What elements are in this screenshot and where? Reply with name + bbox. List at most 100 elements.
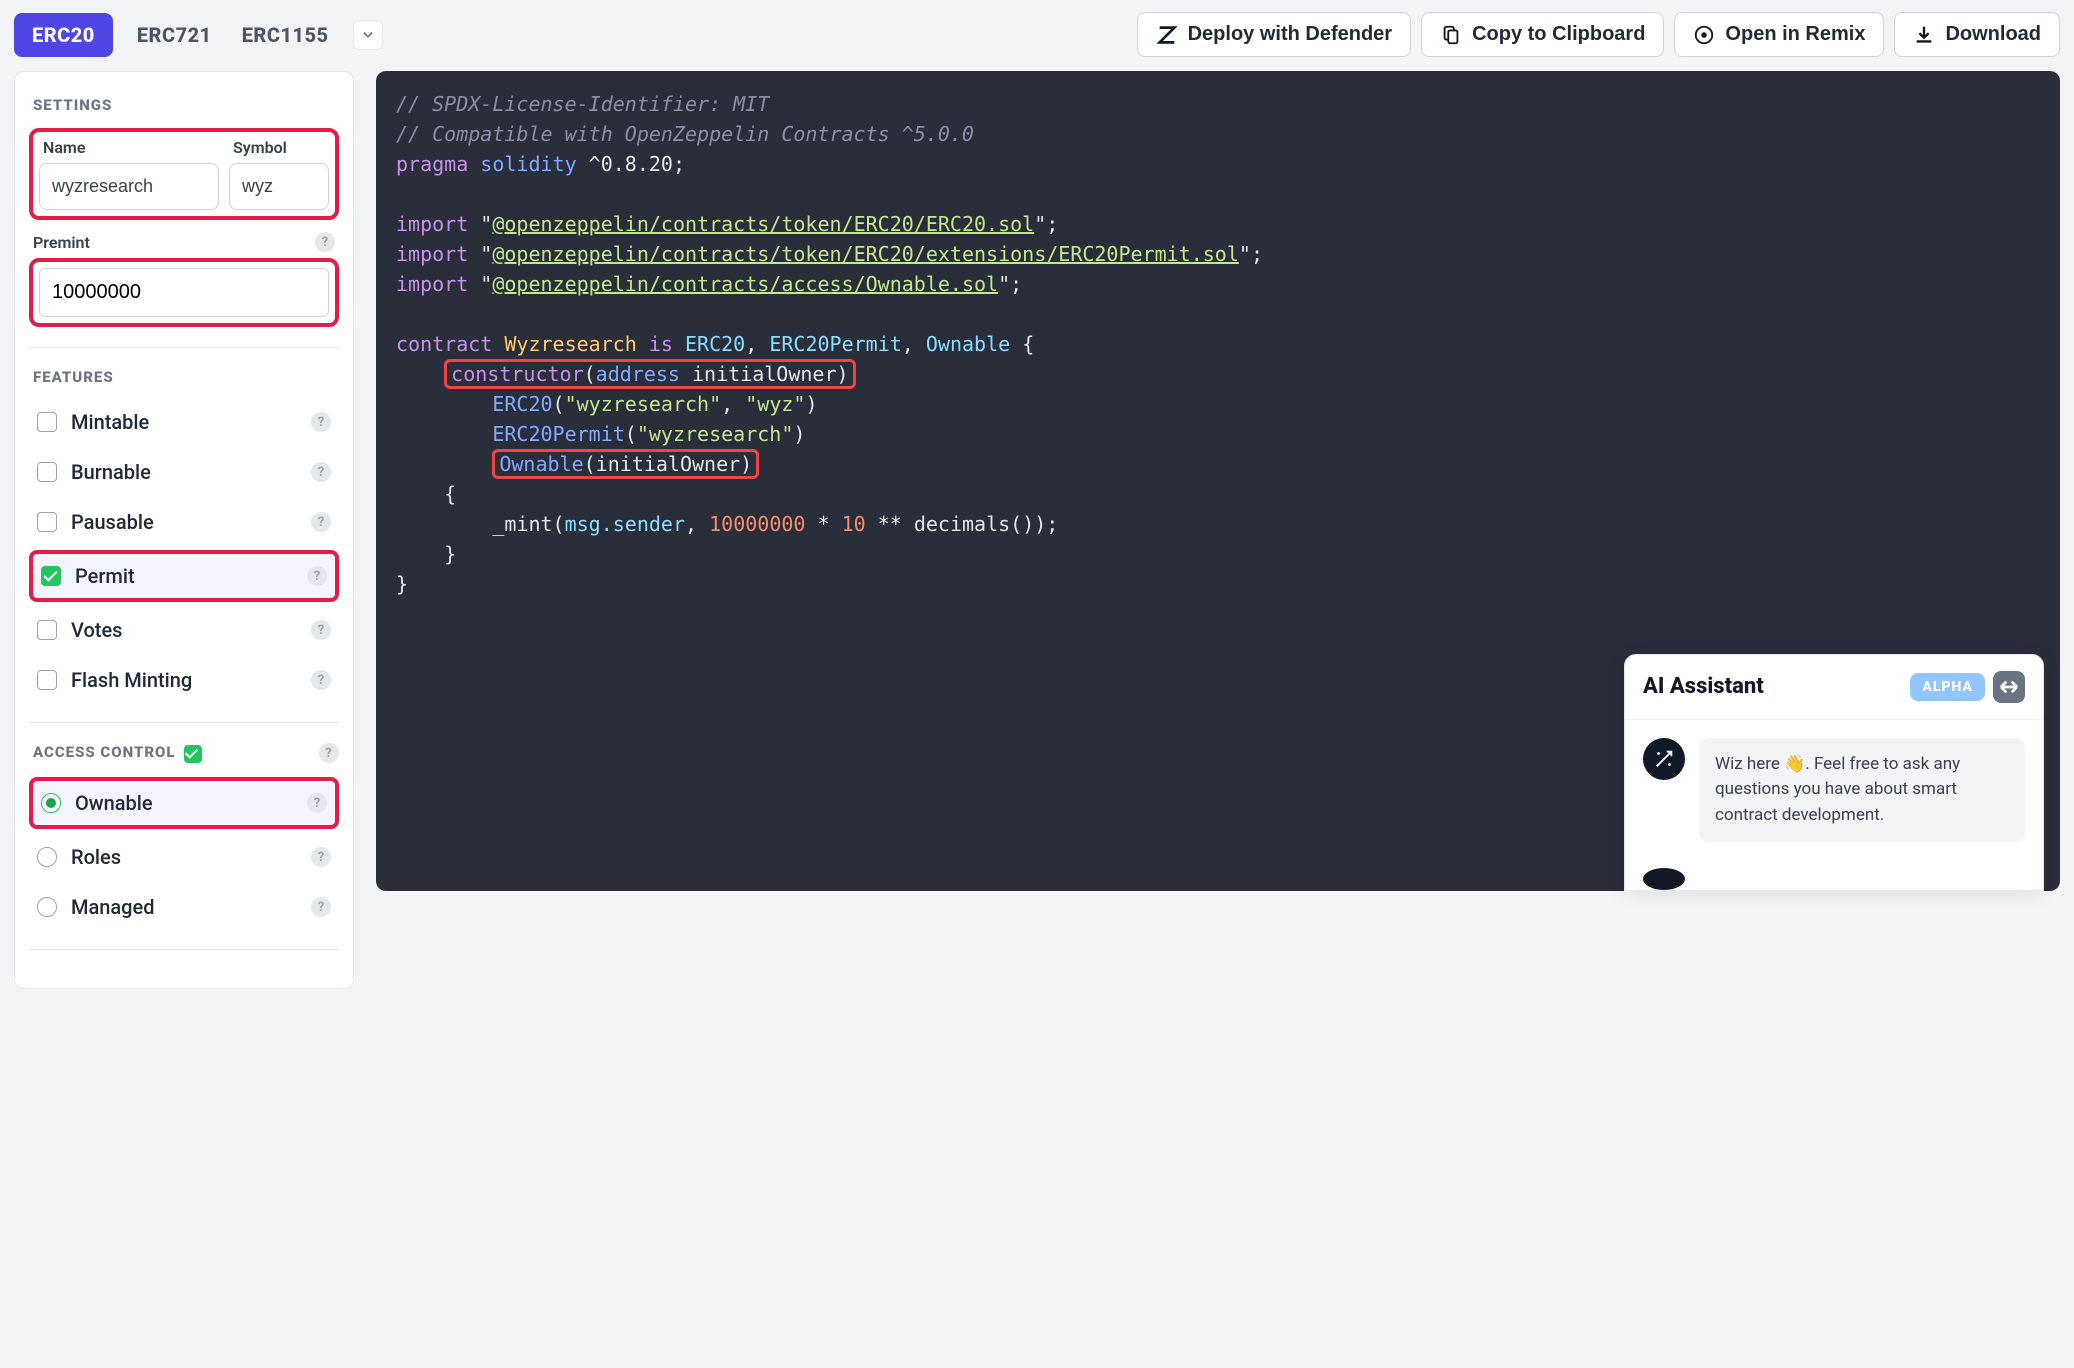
deploy-label: Deploy with Defender (1188, 23, 1392, 46)
chevron-down-icon (363, 30, 373, 40)
tab-erc721[interactable]: ERC721 (131, 13, 218, 57)
help-icon[interactable]: ? (307, 566, 327, 586)
code-keyword: import (396, 242, 468, 266)
ai-body: Wiz here 👋. Feel free to ask any questio… (1625, 720, 2043, 861)
access-control-list: Ownable ? Roles ? Managed ? (29, 777, 339, 929)
settings-heading: SETTINGS (33, 96, 339, 114)
code-string: "wyzresearch" (637, 422, 794, 446)
tab-more-dropdown[interactable] (353, 20, 383, 50)
open-remix-button[interactable]: Open in Remix (1674, 12, 1884, 57)
code-keyword: solidity (480, 152, 576, 176)
access-label: Ownable (75, 791, 153, 815)
code-func: ERC20Permit (492, 422, 624, 446)
defender-icon (1156, 24, 1178, 46)
feature-pausable[interactable]: Pausable ? (29, 500, 339, 544)
code-keyword: contract (396, 332, 492, 356)
expand-button[interactable] (1993, 671, 2025, 703)
code-number: 10000000 (709, 512, 805, 536)
ownable-highlight: Ownable(initialOwner) (492, 449, 759, 479)
copy-label: Copy to Clipboard (1472, 23, 1645, 46)
code-import: @openzeppelin/contracts/token/ERC20/exte… (492, 242, 1239, 266)
name-input[interactable] (39, 163, 219, 210)
code-comment: // Compatible with OpenZeppelin Contract… (396, 122, 974, 146)
code-keyword: import (396, 212, 468, 236)
code-number: 10 (842, 512, 866, 536)
download-icon (1913, 24, 1935, 46)
help-icon[interactable]: ? (311, 847, 331, 867)
symbol-input[interactable] (229, 163, 329, 210)
access-managed[interactable]: Managed ? (29, 885, 339, 929)
feature-burnable[interactable]: Burnable ? (29, 450, 339, 494)
feature-label: Permit (75, 564, 135, 588)
topbar: ERC20 ERC721 ERC1155 Deploy with Defende… (14, 12, 2060, 57)
help-icon[interactable]: ? (319, 743, 339, 763)
copy-clipboard-button[interactable]: Copy to Clipboard (1421, 12, 1664, 57)
code-string: "wyz" (745, 392, 805, 416)
premint-input[interactable] (39, 268, 329, 317)
feature-label: Burnable (71, 460, 151, 484)
code-ident: msg.sender (565, 512, 685, 536)
code-arg: initialOwner (596, 452, 741, 476)
ai-title: AI Assistant (1643, 674, 1764, 699)
code-comment: // SPDX-License-Identifier: MIT (396, 92, 769, 116)
code-version: ^0.8.20 (589, 152, 673, 176)
deploy-defender-button[interactable]: Deploy with Defender (1137, 12, 1411, 57)
access-label: Managed (71, 895, 155, 919)
code-keyword: is (649, 332, 673, 356)
tab-erc1155[interactable]: ERC1155 (236, 13, 335, 57)
code-type: ERC20Permit (769, 332, 901, 356)
help-icon[interactable]: ? (307, 793, 327, 813)
remix-label: Open in Remix (1725, 23, 1865, 46)
code-func: decimals (914, 512, 1010, 536)
feature-votes[interactable]: Votes ? (29, 608, 339, 652)
feature-flash-minting[interactable]: Flash Minting ? (29, 658, 339, 702)
premint-label: Premint (33, 233, 90, 252)
download-button[interactable]: Download (1894, 12, 2060, 57)
tab-erc20[interactable]: ERC20 (14, 13, 113, 57)
help-icon[interactable]: ? (311, 462, 331, 482)
expand-icon (1993, 671, 2025, 703)
help-icon[interactable]: ? (311, 512, 331, 532)
access-ownable[interactable]: Ownable ? (29, 777, 339, 829)
help-icon[interactable]: ? (311, 412, 331, 432)
checkbox-checked-icon (41, 566, 61, 586)
constructor-highlight: constructor(address initialOwner) (444, 359, 855, 389)
help-icon[interactable]: ? (311, 620, 331, 640)
feature-label: Flash Minting (71, 668, 192, 692)
alpha-badge: ALPHA (1910, 673, 1985, 701)
feature-permit[interactable]: Permit ? (29, 550, 339, 602)
code-import: @openzeppelin/contracts/token/ERC20/ERC2… (492, 212, 1034, 236)
access-roles[interactable]: Roles ? (29, 835, 339, 879)
radio-icon (37, 847, 57, 867)
checkbox-icon (37, 620, 57, 640)
access-label: Roles (71, 845, 121, 869)
name-label: Name (39, 138, 219, 157)
code-import: @openzeppelin/contracts/access/Ownable.s… (492, 272, 998, 296)
settings-sidebar: SETTINGS Name Symbol Premint ? (14, 71, 354, 989)
access-control-heading: ACCESS CONTROL ? (33, 743, 339, 763)
checkbox-icon (37, 670, 57, 690)
help-icon[interactable]: ? (311, 897, 331, 917)
help-icon[interactable]: ? (311, 670, 331, 690)
name-symbol-highlight: Name Symbol (29, 128, 339, 220)
symbol-label: Symbol (229, 138, 329, 157)
download-label: Download (1945, 23, 2041, 46)
features-heading: FEATURES (33, 368, 339, 386)
code-func: Ownable (499, 452, 583, 476)
checkbox-icon (37, 412, 57, 432)
checkbox-icon (37, 462, 57, 482)
radio-icon (37, 897, 57, 917)
premint-help-icon[interactable]: ? (315, 232, 335, 252)
access-control-heading-text: ACCESS CONTROL (33, 743, 176, 761)
code-type: Ownable (926, 332, 1010, 356)
token-standard-tabs: ERC20 ERC721 ERC1155 (14, 13, 383, 57)
ai-avatar (1643, 738, 1685, 780)
features-list: Mintable ? Burnable ? Pausable ? Permit … (29, 400, 339, 702)
ai-avatar-next (1643, 868, 1685, 890)
checkbox-icon (37, 512, 57, 532)
feature-mintable[interactable]: Mintable ? (29, 400, 339, 444)
copy-icon (1440, 24, 1462, 46)
remix-icon (1693, 24, 1715, 46)
ai-header: AI Assistant ALPHA (1625, 655, 2043, 720)
code-keyword: constructor (451, 362, 583, 386)
